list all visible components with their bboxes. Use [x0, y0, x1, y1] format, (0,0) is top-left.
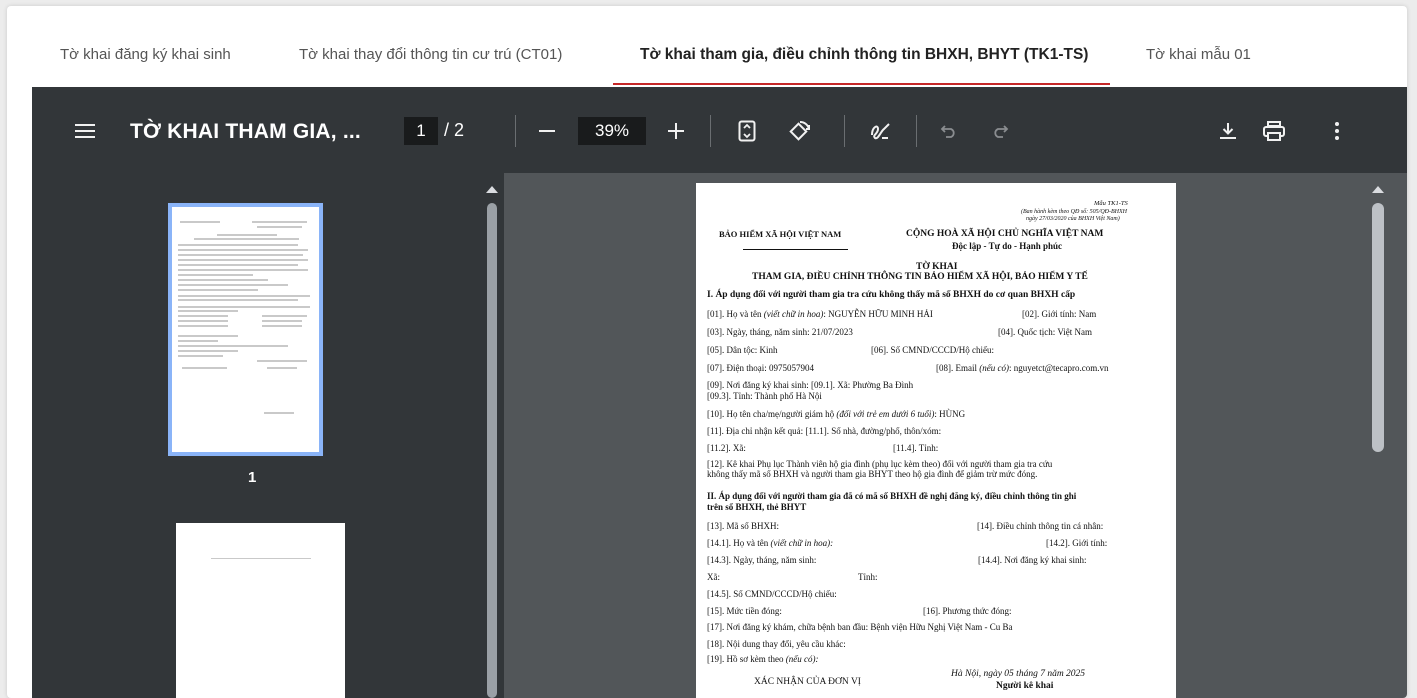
field-14-1: [14.1]. Họ và tên (viết chữ in hoa):	[707, 538, 834, 548]
field-09: [09]. Nơi đăng ký khai sinh: [09.1]. Xã:…	[707, 380, 914, 390]
field-11: [11]. Địa chỉ nhận kết quả: [11.1]. Số n…	[707, 426, 942, 436]
tab-birth-registration[interactable]: Tờ khai đăng ký khai sinh	[60, 46, 231, 63]
zoom-input[interactable]: 39%	[578, 117, 646, 145]
form-card: Tờ khai đăng ký khai sinh Tờ khai thay đ…	[7, 6, 1407, 698]
field-02: [02]. Giới tính: Nam	[1022, 309, 1097, 319]
field-05: [05]. Dân tộc: Kinh	[707, 345, 778, 355]
zoom-in-icon[interactable]	[665, 120, 687, 142]
scroll-up-icon[interactable]	[1372, 186, 1384, 193]
field-14-2: [14.2]. Giới tính:	[1046, 538, 1108, 548]
field-03: [03]. Ngày, tháng, năm sinh: 21/07/2023	[707, 327, 853, 337]
fit-page-icon[interactable]	[734, 117, 760, 145]
field-14-3: [14.3]. Ngày, tháng, năm sinh:	[707, 555, 817, 565]
sidebar-scrollbar[interactable]	[487, 203, 497, 698]
section-2-heading: II. Áp dụng đối với người tham gia đã có…	[707, 491, 1077, 501]
undo-icon[interactable]	[938, 120, 960, 142]
field-06: [06]. Số CMND/CCCD/Hộ chiếu:	[871, 345, 995, 355]
rotate-icon[interactable]	[784, 117, 814, 145]
field-11-4: [11.4]. Tỉnh:	[893, 443, 939, 453]
scroll-up-icon[interactable]	[486, 186, 498, 193]
divider	[710, 115, 711, 147]
annotate-icon[interactable]	[867, 118, 893, 144]
field-14: [14]. Điều chỉnh thông tin cá nhân:	[977, 521, 1104, 531]
page-thumbnail[interactable]	[176, 523, 345, 698]
declarant-label: Người kê khai	[996, 681, 1054, 691]
divider	[844, 115, 845, 147]
divider	[515, 115, 516, 147]
section-2-heading-cont: trên sổ BHXH, thẻ BHYT	[707, 502, 807, 512]
field-14-4: [14.4]. Nơi đăng ký khai sinh:	[978, 555, 1087, 565]
field-17: [17]. Nơi đăng ký khám, chữa bệnh ban đầ…	[707, 622, 1013, 632]
field-19: [19]. Hồ sơ kèm theo (nếu có):	[707, 654, 819, 664]
download-icon[interactable]	[1216, 118, 1240, 144]
tab-residence-change[interactable]: Tờ khai thay đổi thông tin cư trú (CT01)	[299, 46, 562, 63]
field-08: [08]. Email (nếu có): nguyetct@tecapro.c…	[936, 363, 1109, 373]
field-09-3: [09.3]. Tỉnh: Thành phố Hà Nội	[707, 391, 822, 401]
tab-form-01[interactable]: Tờ khai mẫu 01	[1146, 46, 1251, 63]
field-12-cont: không thấy mã số BHXH và người tham gia …	[707, 469, 1038, 479]
republic-header: CỘNG HOÀ XÃ HỘI CHỦ NGHĨA VIỆT NAM	[906, 229, 1104, 239]
field-15: [15]. Mức tiền đóng:	[707, 606, 782, 616]
document-title: TỜ KHAI THAM GIA, ...	[130, 120, 361, 143]
form-number: Mẫu TK1-TS	[1094, 200, 1128, 207]
active-tab-indicator	[613, 83, 1110, 85]
page-total: / 2	[444, 120, 465, 140]
signing-date: Hà Nội, ngày 05 tháng 7 năm 2025	[951, 669, 1086, 679]
pdf-viewer: TỜ KHAI THAM GIA, ... 1 / 2 39% 1 Mẫu TK…	[32, 87, 1407, 698]
unit-confirmation: XÁC NHẬN CỦA ĐƠN VỊ	[754, 677, 861, 687]
page-number-input[interactable]: 1	[404, 117, 438, 145]
divider	[743, 249, 848, 250]
field-16: [16]. Phương thức đóng:	[923, 606, 1012, 616]
menu-icon[interactable]	[72, 119, 98, 143]
tab-bhxh-bhyt[interactable]: Tờ khai tham gia, điều chỉnh thông tin B…	[640, 46, 1088, 64]
more-icon[interactable]	[1329, 118, 1345, 144]
print-icon[interactable]	[1260, 118, 1288, 144]
pdf-page: Mẫu TK1-TS (Ban hành kèm theo QĐ số: 505…	[696, 183, 1176, 698]
field-14-5: [14.5]. Số CMND/CCCD/Hộ chiếu:	[707, 589, 837, 599]
field-province: Tỉnh:	[858, 572, 878, 582]
tab-bar: Tờ khai đăng ký khai sinh Tờ khai thay đ…	[7, 6, 1407, 86]
document-scrollbar[interactable]	[1372, 203, 1384, 452]
divider	[916, 115, 917, 147]
field-13: [13]. Mã số BHXH:	[707, 521, 779, 531]
doc-subtitle: THAM GIA, ĐIỀU CHỈNH THÔNG TIN BẢO HIỂM …	[752, 272, 1088, 282]
thumbnail-page-number: 1	[248, 469, 257, 486]
redo-icon[interactable]	[989, 120, 1011, 142]
decree-line: ngày 27/03/2020 của BHXH Việt Nam)	[1026, 216, 1120, 222]
page-thumbnail[interactable]	[168, 203, 323, 456]
field-11-2: [11.2]. Xã:	[707, 443, 746, 453]
section-1-heading: I. Áp dụng đối với người tham gia tra cứ…	[707, 290, 1076, 300]
zoom-out-icon[interactable]	[536, 120, 558, 142]
field-04: [04]. Quốc tịch: Việt Nam	[998, 327, 1093, 337]
field-01: [01]. Họ và tên (viết chữ in hoa): NGUYỄ…	[707, 309, 933, 319]
thumbnail-sidebar: 1	[32, 173, 504, 698]
field-commune: Xã:	[707, 572, 720, 582]
pdf-toolbar: TỜ KHAI THAM GIA, ... 1 / 2 39%	[32, 87, 1407, 173]
motto: Độc lập - Tự do - Hạnh phúc	[952, 241, 1063, 251]
org-name: BẢO HIỂM XÃ HỘI VIỆT NAM	[719, 229, 842, 239]
field-18: [18]. Nội dung thay đổi, yêu cầu khác:	[707, 639, 846, 649]
field-10: [10]. Họ tên cha/mẹ/người giám hộ (đối v…	[707, 409, 966, 419]
field-07: [07]. Điện thoại: 0975057904	[707, 363, 814, 373]
